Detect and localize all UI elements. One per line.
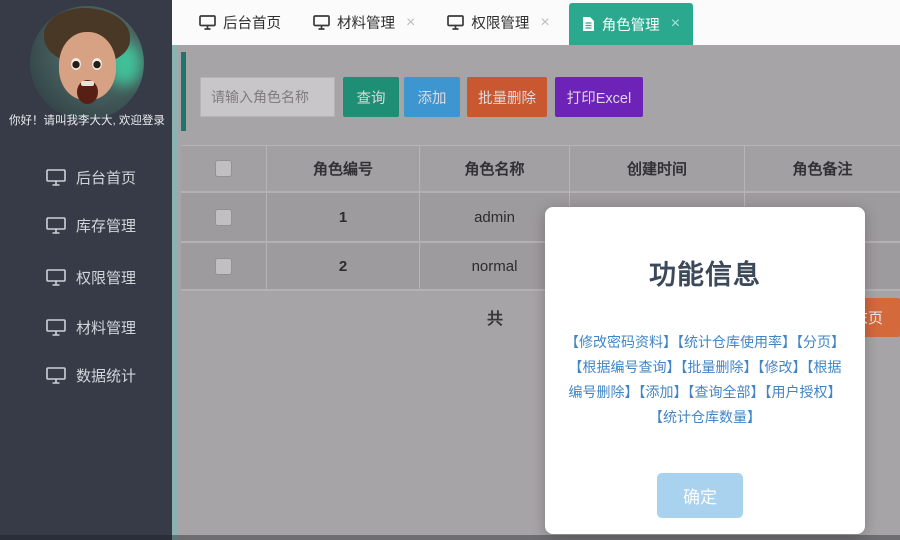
- tab-materials[interactable]: 材料管理: [300, 0, 428, 45]
- monitor-icon: [46, 169, 66, 186]
- modal-title: 功能信息: [545, 253, 865, 292]
- tab-dashboard[interactable]: 后台首页: [186, 0, 294, 45]
- sidebar-item-statistics[interactable]: 数据统计: [46, 362, 136, 388]
- modal-body-text: 【修改密码资料】【统计仓库使用率】【分页】 【根据编号查询】【批量删除】【修改】…: [545, 330, 865, 430]
- row-checkbox-cell: [181, 193, 267, 241]
- greeting-text: 你好！请叫我李大大, 欢迎登录: [9, 112, 171, 128]
- column-header-created: 创建时间: [570, 146, 745, 191]
- sidebar-divider: [172, 0, 178, 540]
- monitor-icon: [46, 217, 66, 234]
- sidebar-item-permissions[interactable]: 权限管理: [46, 264, 136, 290]
- sidebar-item-label: 权限管理: [76, 267, 136, 288]
- panel-accent-bar: [181, 52, 186, 131]
- sidebar-item-label: 库存管理: [76, 215, 136, 236]
- row-checkbox-cell: [181, 243, 267, 289]
- info-modal: 功能信息 【修改密码资料】【统计仓库使用率】【分页】 【根据编号查询】【批量删除…: [545, 207, 865, 534]
- sidebar-item-label: 材料管理: [76, 317, 136, 338]
- tab-permissions[interactable]: 权限管理: [434, 0, 562, 45]
- batch-delete-button[interactable]: 批量删除: [467, 77, 547, 117]
- header-checkbox-cell: [181, 146, 267, 191]
- query-button[interactable]: 查询: [343, 77, 399, 117]
- tab-label: 角色管理: [602, 14, 660, 35]
- cell-role-id: 2: [267, 243, 420, 289]
- close-icon[interactable]: [540, 15, 549, 31]
- app-window: 你好！请叫我李大大, 欢迎登录 后台首页 库存管理 权限管理 材料管理 数据统计…: [0, 0, 900, 540]
- sidebar-item-inventory[interactable]: 库存管理: [46, 212, 136, 238]
- row-checkbox[interactable]: [215, 258, 232, 275]
- avatar[interactable]: [30, 6, 144, 120]
- select-all-checkbox[interactable]: [215, 160, 232, 177]
- monitor-icon: [313, 15, 330, 30]
- avatar-art-eye: [71, 58, 81, 70]
- tab-label: 材料管理: [337, 12, 395, 33]
- role-name-search-input[interactable]: [200, 77, 335, 117]
- monitor-icon: [46, 269, 66, 286]
- avatar-art-eye: [92, 58, 102, 70]
- close-icon[interactable]: [671, 16, 680, 32]
- column-header-role-name: 角色名称: [420, 146, 570, 191]
- avatar-art-teeth: [81, 81, 94, 86]
- row-checkbox[interactable]: [215, 209, 232, 226]
- sidebar-item-dashboard[interactable]: 后台首页: [46, 164, 136, 190]
- monitor-icon: [447, 15, 464, 30]
- cell-role-id: 1: [267, 193, 420, 241]
- document-icon: [582, 16, 595, 32]
- close-icon[interactable]: [406, 15, 415, 31]
- sidebar-item-materials[interactable]: 材料管理: [46, 314, 136, 340]
- sidebar-item-label: 后台首页: [76, 167, 136, 188]
- table-header-row: 角色编号 角色名称 创建时间 角色备注: [181, 146, 900, 191]
- sidebar: 你好！请叫我李大大, 欢迎登录 后台首页 库存管理 权限管理 材料管理 数据统计: [0, 0, 172, 540]
- pagination-total-prefix: 共: [487, 305, 503, 329]
- tab-label: 后台首页: [223, 12, 281, 33]
- tab-roles[interactable]: 角色管理: [569, 3, 693, 45]
- monitor-icon: [46, 319, 66, 336]
- confirm-button[interactable]: 确定: [657, 473, 743, 518]
- tab-label: 权限管理: [471, 12, 529, 33]
- monitor-icon: [199, 15, 216, 30]
- bottom-edge-bar: [0, 535, 900, 540]
- monitor-icon: [46, 367, 66, 384]
- tab-bar: 后台首页 材料管理 权限管理 角色管理: [172, 0, 900, 45]
- column-header-role-id: 角色编号: [267, 146, 420, 191]
- column-header-remark: 角色备注: [745, 146, 900, 191]
- add-button[interactable]: 添加: [404, 77, 460, 117]
- sidebar-item-label: 数据统计: [76, 365, 136, 386]
- print-excel-button[interactable]: 打印Excel: [555, 77, 643, 117]
